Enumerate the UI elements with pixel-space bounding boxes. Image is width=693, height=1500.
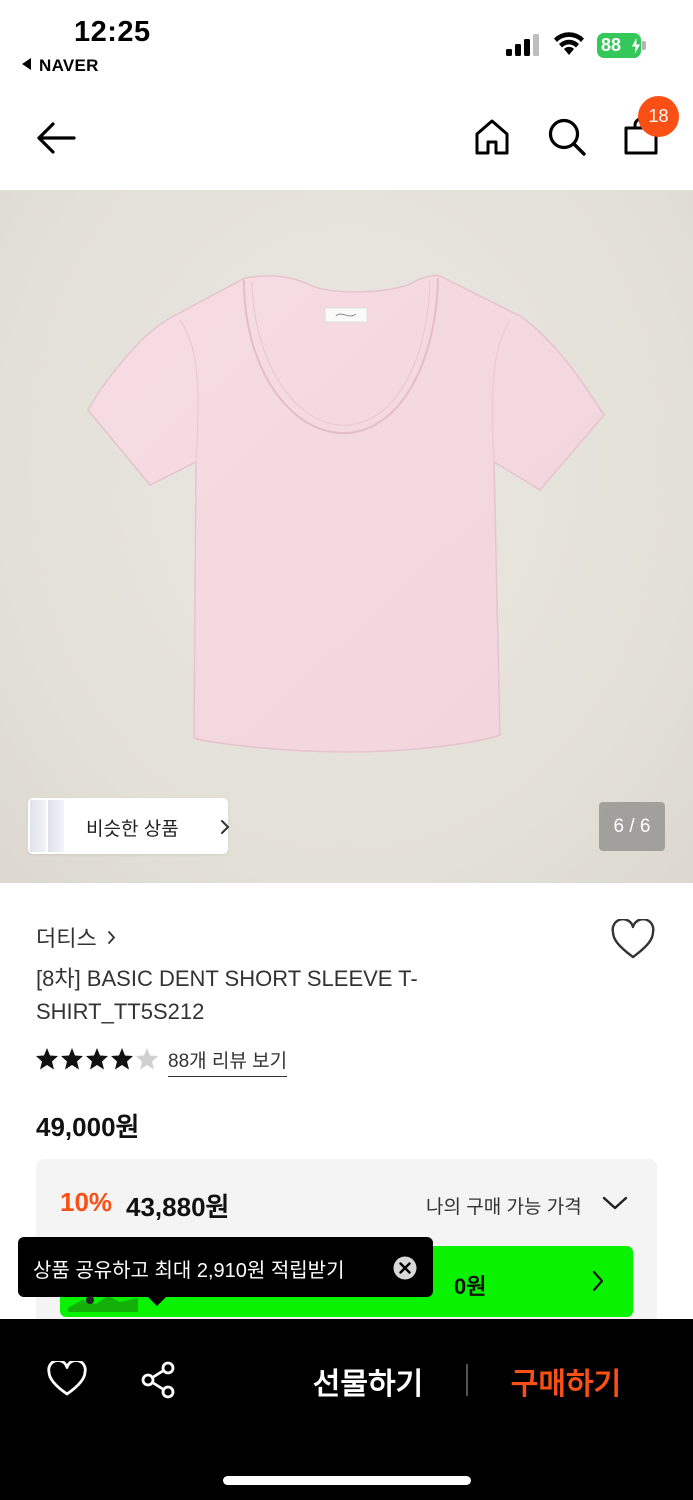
rating-stars bbox=[36, 1046, 160, 1072]
image-page-indicator: 6 / 6 bbox=[599, 802, 665, 851]
my-price-toggle[interactable]: 나의 구매 가능 가격 bbox=[426, 1192, 582, 1219]
home-indicator[interactable] bbox=[223, 1476, 471, 1485]
brand-name: 더티스 bbox=[36, 926, 97, 951]
similar-products-label: 비슷한 상품 bbox=[86, 819, 179, 840]
button-divider bbox=[466, 1364, 468, 1396]
discount-rate: 10% bbox=[60, 1187, 113, 1217]
product-title: [8차] BASIC DENT SHORT SLEEVE T-SHIRT_TT5… bbox=[36, 966, 418, 1024]
share-icon[interactable] bbox=[140, 1361, 178, 1399]
chevron-right-icon bbox=[592, 1270, 604, 1292]
heart-icon[interactable] bbox=[610, 919, 656, 961]
app-header bbox=[0, 90, 693, 190]
status-time: 12:25 bbox=[74, 16, 151, 48]
wifi-icon bbox=[554, 32, 584, 55]
bottom-action-bar: 선물하기 구매하기 bbox=[0, 1319, 693, 1500]
buy-button[interactable]: 구매하기 bbox=[498, 1359, 634, 1403]
similar-products-button[interactable]: 비슷한 상품 bbox=[28, 798, 230, 854]
chevron-right-icon bbox=[221, 820, 230, 834]
battery-tip bbox=[642, 41, 646, 50]
charging-bolt-icon bbox=[630, 36, 642, 56]
chevron-right-icon bbox=[107, 931, 115, 944]
heart-icon[interactable] bbox=[47, 1361, 87, 1397]
back-to-app-link[interactable]: NAVER bbox=[22, 56, 99, 76]
pink-tshirt-image bbox=[87, 274, 605, 753]
tooltip-tail bbox=[148, 1297, 166, 1306]
original-price: 49,000원 bbox=[36, 1112, 140, 1142]
brand-link[interactable]: 더티스 bbox=[36, 921, 116, 953]
similar-thumbnail bbox=[30, 800, 48, 852]
product-image-gallery[interactable]: 비슷한 상품 6 / 6 bbox=[0, 190, 693, 883]
share-reward-tooltip: 상품 공유하고 최대 2,910원 적립받기 bbox=[18, 1237, 433, 1306]
review-link[interactable]: 88개 리뷰 보기 bbox=[168, 1046, 288, 1077]
star-rating-icon bbox=[36, 1048, 158, 1070]
search-icon[interactable] bbox=[547, 117, 587, 157]
back-arrow-icon[interactable] bbox=[34, 118, 78, 158]
back-app-label: NAVER bbox=[39, 56, 99, 75]
discount-price: 43,880원 bbox=[126, 1192, 230, 1222]
close-icon[interactable] bbox=[393, 1256, 417, 1280]
gift-button[interactable]: 선물하기 bbox=[300, 1359, 436, 1403]
chevron-down-icon[interactable] bbox=[602, 1195, 628, 1211]
status-bar: 12:25 NAVER 88 bbox=[0, 0, 693, 90]
cellular-signal-icon bbox=[506, 34, 539, 56]
home-icon[interactable] bbox=[474, 118, 510, 156]
similar-products-thumbnails bbox=[30, 800, 70, 852]
back-triangle-icon bbox=[22, 58, 31, 70]
cart-count-badge: 18 bbox=[638, 96, 679, 137]
tooltip-text: 상품 공유하고 최대 2,910원 적립받기 bbox=[33, 1260, 345, 1282]
banner-value: 0원 bbox=[454, 1274, 487, 1299]
similar-thumbnail bbox=[48, 800, 66, 852]
